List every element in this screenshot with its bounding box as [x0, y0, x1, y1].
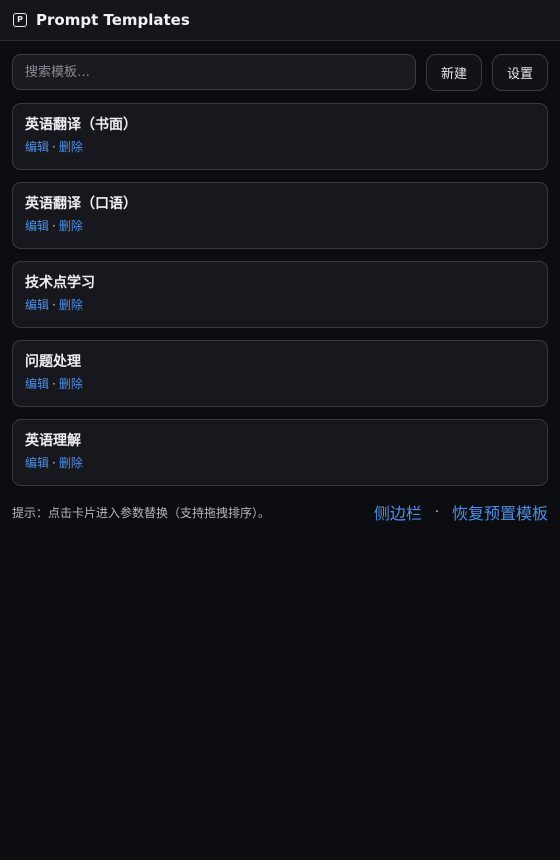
delete-link[interactable]: 删除 [59, 297, 83, 313]
p-box-logo-icon: P [13, 13, 27, 27]
template-card-actions: 编辑 · 删除 [25, 218, 535, 234]
action-separator: · [52, 377, 56, 391]
hint-text: 提示：点击卡片进入参数替换（支持拖拽排序）。 [12, 505, 271, 520]
delete-link[interactable]: 删除 [59, 139, 83, 155]
template-card-actions: 编辑 · 删除 [25, 455, 535, 471]
edit-link[interactable]: 编辑 [25, 297, 49, 313]
template-card[interactable]: 英语翻译（口语） 编辑 · 删除 [12, 182, 548, 249]
delete-link[interactable]: 删除 [59, 376, 83, 392]
search-input[interactable] [12, 54, 416, 90]
app-header: P Prompt Templates [0, 0, 560, 41]
action-separator: · [52, 298, 56, 312]
settings-button[interactable]: 设置 [492, 53, 548, 91]
delete-link[interactable]: 删除 [59, 455, 83, 471]
template-list: 英语翻译（书面） 编辑 · 删除 英语翻译（口语） 编辑 · 删除 技术点学习 … [12, 103, 548, 498]
template-card-title: 英语理解 [25, 433, 81, 449]
template-card-actions: 编辑 · 删除 [25, 139, 535, 155]
template-card-title: 英语翻译（书面） [25, 117, 137, 133]
edit-link[interactable]: 编辑 [25, 139, 49, 155]
app-title: Prompt Templates [36, 11, 190, 29]
action-separator: · [52, 456, 56, 470]
edit-link[interactable]: 编辑 [25, 455, 49, 471]
footer: 提示：点击卡片进入参数替换（支持拖拽排序）。 侧边栏 · 恢复预置模板 [12, 500, 548, 524]
new-template-button[interactable]: 新建 [426, 53, 482, 91]
template-card[interactable]: 英语理解 编辑 · 删除 [12, 419, 548, 486]
edit-link[interactable]: 编辑 [25, 376, 49, 392]
action-separator: · [52, 140, 56, 154]
template-card[interactable]: 问题处理 编辑 · 删除 [12, 340, 548, 407]
template-card-title: 英语翻译（口语） [25, 196, 137, 212]
action-separator: · [52, 219, 56, 233]
delete-link[interactable]: 删除 [59, 218, 83, 234]
template-card[interactable]: 英语翻译（书面） 编辑 · 删除 [12, 103, 548, 170]
toolbar: 新建 设置 [12, 53, 548, 91]
edit-link[interactable]: 编辑 [25, 218, 49, 234]
template-card[interactable]: 技术点学习 编辑 · 删除 [12, 261, 548, 328]
restore-presets-link[interactable]: 恢复预置模板 [452, 500, 548, 524]
sidebar-link[interactable]: 侧边栏 [374, 500, 422, 524]
template-card-title: 技术点学习 [25, 275, 95, 291]
template-card-title: 问题处理 [25, 354, 81, 370]
template-card-actions: 编辑 · 删除 [25, 376, 535, 392]
footer-separator: · [434, 504, 439, 520]
footer-links: 侧边栏 · 恢复预置模板 [374, 500, 548, 524]
template-card-actions: 编辑 · 删除 [25, 297, 535, 313]
